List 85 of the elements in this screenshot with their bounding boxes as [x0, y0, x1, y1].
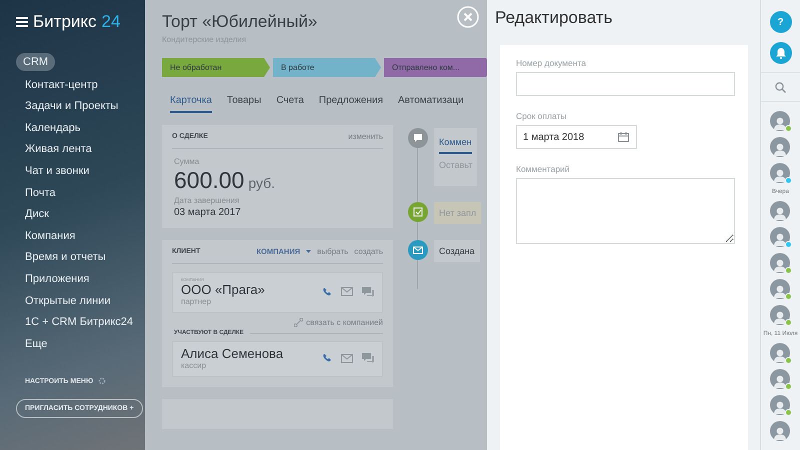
contact-role: партнер — [181, 297, 212, 306]
field-label: Дата завершения — [174, 196, 240, 205]
notifications-button[interactable] — [770, 42, 792, 64]
menu-item[interactable]: Почта — [16, 182, 65, 204]
mail-icon — [408, 240, 428, 260]
tab[interactable]: Товары — [226, 95, 262, 113]
timeline-text: Нет запл — [439, 208, 476, 218]
tab[interactable]: Счета — [276, 95, 304, 113]
date-field[interactable]: 1 марта 2018 — [516, 125, 637, 149]
avatar[interactable] — [770, 111, 790, 131]
field-label: Срок оплаты — [516, 111, 568, 121]
avatar[interactable] — [770, 279, 790, 299]
deal-title: Торт «Юбилейный» — [162, 12, 318, 32]
avatar[interactable] — [770, 395, 790, 415]
menu-item[interactable]: Задачи и Проекты — [16, 96, 128, 118]
timeline-text: Создана — [439, 246, 475, 256]
menu-item[interactable]: Чат и звонки — [16, 160, 98, 183]
avatar[interactable] — [770, 421, 790, 441]
task-icon — [408, 202, 428, 222]
person-icon — [774, 233, 786, 246]
tab[interactable]: Предложения — [318, 95, 383, 113]
menu-item[interactable]: Приложения — [16, 268, 98, 291]
tab[interactable]: Карточка — [170, 95, 212, 113]
stage-step[interactable]: Не обработан — [162, 58, 270, 77]
person-icon — [774, 169, 786, 182]
avatar[interactable] — [770, 305, 790, 325]
phone-icon — [322, 286, 332, 296]
search-icon — [775, 82, 786, 92]
avatar[interactable] — [770, 137, 790, 157]
logo-text: Битрикс — [33, 12, 97, 32]
tab[interactable]: Автоматизаци — [398, 95, 464, 113]
avatar[interactable] — [770, 201, 790, 221]
mail-icon — [341, 354, 353, 362]
person-icon — [774, 117, 786, 130]
person-icon — [774, 259, 786, 272]
menu-item[interactable]: Календарь — [16, 118, 90, 140]
help-button[interactable]: ? — [770, 11, 792, 33]
contact-role: кассир — [181, 361, 208, 370]
company-name[interactable]: ООО «Прага» — [181, 282, 265, 297]
person-icon — [774, 349, 786, 362]
avatar[interactable] — [770, 163, 790, 183]
menu-icon — [16, 17, 28, 27]
amount: 600.00 — [174, 167, 244, 194]
menu-item[interactable]: Компания — [16, 226, 84, 248]
person-icon — [774, 143, 786, 156]
person-icon — [774, 311, 786, 324]
menu-item[interactable]: Контакт-центр — [16, 74, 107, 96]
currency: руб. — [248, 175, 276, 191]
menu-item[interactable]: Открытые линии — [16, 290, 120, 312]
person-icon — [774, 427, 786, 440]
logo-number: 24 — [102, 12, 120, 32]
stage-step[interactable]: В работе — [273, 58, 381, 77]
field-label: Комментарий — [516, 164, 571, 174]
phone-icon — [322, 353, 332, 363]
input-field[interactable] — [516, 72, 735, 96]
field-label: Номер документа — [516, 58, 587, 68]
search-button[interactable] — [761, 72, 800, 102]
caret-icon — [306, 250, 312, 253]
menu-item[interactable]: Время и отчеты — [16, 247, 115, 269]
avatar[interactable] — [770, 343, 790, 363]
person-icon — [774, 401, 786, 414]
panel-title: Редактировать — [495, 8, 614, 28]
avatar[interactable] — [770, 253, 790, 273]
close-icon — [457, 6, 479, 28]
mail-icon — [341, 287, 353, 296]
person-icon — [774, 285, 786, 298]
menu-item[interactable]: Живая лента — [16, 139, 101, 161]
bell-icon — [776, 48, 786, 58]
menu-item[interactable]: Еще — [16, 334, 56, 356]
field-value: 03 марта 2017 — [174, 207, 242, 218]
menu-item[interactable]: Диск — [16, 204, 58, 226]
avatar[interactable] — [770, 227, 790, 247]
comment-icon — [408, 128, 428, 148]
contact-name[interactable]: Алиса Семенова — [181, 346, 284, 361]
menu-item[interactable]: 1С + CRM Битрикс24 — [16, 312, 142, 334]
chat-icon — [362, 353, 374, 363]
tab[interactable]: Коммен — [439, 133, 472, 154]
person-icon — [774, 207, 786, 220]
avatar[interactable] — [770, 369, 790, 389]
field-label: Сумма — [174, 157, 200, 166]
calendar-icon — [618, 132, 629, 142]
person-icon — [774, 375, 786, 388]
chat-icon — [362, 286, 374, 296]
menu-item[interactable]: CRM — [16, 53, 56, 71]
comment-field[interactable] — [516, 178, 735, 244]
